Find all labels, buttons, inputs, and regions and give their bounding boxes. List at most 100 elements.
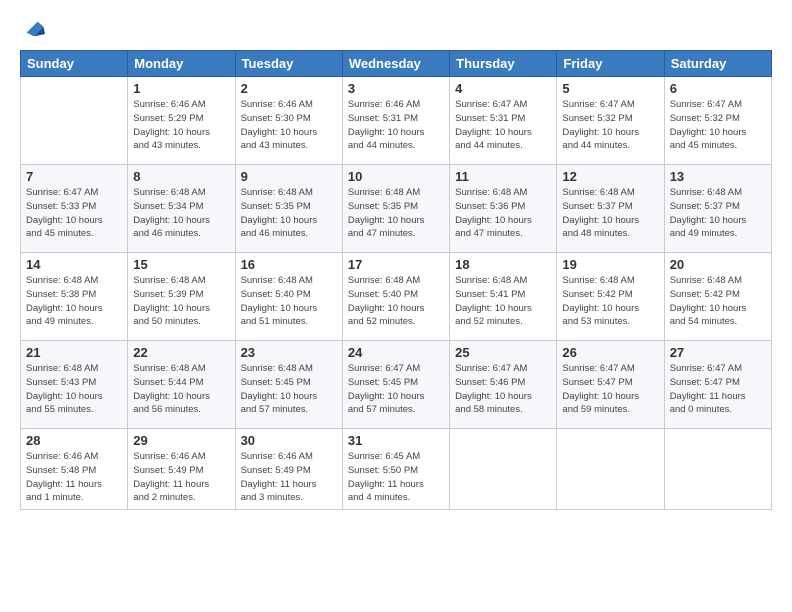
day-info: Sunrise: 6:47 AMSunset: 5:47 PMDaylight:…: [670, 362, 766, 417]
calendar-cell: 6 Sunrise: 6:47 AMSunset: 5:32 PMDaylight…: [664, 77, 771, 165]
header: [20, 18, 772, 40]
calendar-cell: 21 Sunrise: 6:48 AMSunset: 5:43 PMDayligh…: [21, 341, 128, 429]
calendar-cell: 9 Sunrise: 6:48 AMSunset: 5:35 PMDaylight…: [235, 165, 342, 253]
week-row-4: 21 Sunrise: 6:48 AMSunset: 5:43 PMDayligh…: [21, 341, 772, 429]
day-number: 7: [26, 169, 122, 184]
page: SundayMondayTuesdayWednesdayThursdayFrid…: [0, 0, 792, 612]
day-number: 22: [133, 345, 229, 360]
calendar-cell: 23Sunrise: 6:48 AMSunset: 5:45 PMDayligh…: [235, 341, 342, 429]
day-info: Sunrise: 6:46 AMSunset: 5:48 PMDaylight:…: [26, 450, 122, 505]
calendar-cell: 29 Sunrise: 6:46 AMSunset: 5:49 PMDayligh…: [128, 429, 235, 510]
calendar-cell: 31 Sunrise: 6:45 AMSunset: 5:50 PMDayligh…: [342, 429, 449, 510]
day-number: 28: [26, 433, 122, 448]
day-info: Sunrise: 6:48 AMSunset: 5:41 PMDaylight:…: [455, 274, 551, 329]
logo: [20, 18, 45, 40]
calendar-cell: [664, 429, 771, 510]
day-info: Sunrise: 6:48 AMSunset: 5:40 PMDaylight:…: [241, 274, 337, 329]
day-number: 2: [241, 81, 337, 96]
day-number: 17: [348, 257, 444, 272]
day-number: 8: [133, 169, 229, 184]
calendar-cell: 17 Sunrise: 6:48 AMSunset: 5:40 PMDayligh…: [342, 253, 449, 341]
calendar-cell: 12 Sunrise: 6:48 AMSunset: 5:37 PMDayligh…: [557, 165, 664, 253]
calendar-cell: 25Sunrise: 6:47 AMSunset: 5:46 PMDayligh…: [450, 341, 557, 429]
day-number: 9: [241, 169, 337, 184]
calendar-cell: 26Sunrise: 6:47 AMSunset: 5:47 PMDayligh…: [557, 341, 664, 429]
day-number: 11: [455, 169, 551, 184]
day-number: 30: [241, 433, 337, 448]
logo-bird-icon: [23, 18, 45, 40]
calendar-cell: 15Sunrise: 6:48 AMSunset: 5:39 PMDayligh…: [128, 253, 235, 341]
calendar-cell: 19 Sunrise: 6:48 AMSunset: 5:42 PMDayligh…: [557, 253, 664, 341]
day-info: Sunrise: 6:47 AMSunset: 5:45 PMDaylight:…: [348, 362, 444, 417]
day-info: Sunrise: 6:46 AMSunset: 5:31 PMDaylight:…: [348, 98, 444, 153]
week-row-5: 28 Sunrise: 6:46 AMSunset: 5:48 PMDayligh…: [21, 429, 772, 510]
day-info: Sunrise: 6:48 AMSunset: 5:43 PMDaylight:…: [26, 362, 122, 417]
day-number: 29: [133, 433, 229, 448]
calendar-cell: 22 Sunrise: 6:48 AMSunset: 5:44 PMDayligh…: [128, 341, 235, 429]
day-info: Sunrise: 6:47 AMSunset: 5:46 PMDaylight:…: [455, 362, 551, 417]
calendar-cell: 28 Sunrise: 6:46 AMSunset: 5:48 PMDayligh…: [21, 429, 128, 510]
day-info: Sunrise: 6:48 AMSunset: 5:37 PMDaylight:…: [562, 186, 658, 241]
day-number: 20: [670, 257, 766, 272]
calendar-cell: 16 Sunrise: 6:48 AMSunset: 5:40 PMDayligh…: [235, 253, 342, 341]
day-info: Sunrise: 6:47 AMSunset: 5:47 PMDaylight:…: [562, 362, 658, 417]
calendar-cell: 30 Sunrise: 6:46 AMSunset: 5:49 PMDayligh…: [235, 429, 342, 510]
day-number: 19: [562, 257, 658, 272]
calendar-cell: 24 Sunrise: 6:47 AMSunset: 5:45 PMDayligh…: [342, 341, 449, 429]
calendar-cell: 4 Sunrise: 6:47 AMSunset: 5:31 PMDaylight…: [450, 77, 557, 165]
day-number: 31: [348, 433, 444, 448]
day-info: Sunrise: 6:45 AMSunset: 5:50 PMDaylight:…: [348, 450, 444, 505]
calendar-table: SundayMondayTuesdayWednesdayThursdayFrid…: [20, 50, 772, 510]
day-info: Sunrise: 6:48 AMSunset: 5:42 PMDaylight:…: [670, 274, 766, 329]
day-number: 27: [670, 345, 766, 360]
weekday-header-thursday: Thursday: [450, 51, 557, 77]
day-number: 14: [26, 257, 122, 272]
day-info: Sunrise: 6:48 AMSunset: 5:35 PMDaylight:…: [348, 186, 444, 241]
calendar-cell: [21, 77, 128, 165]
day-number: 1: [133, 81, 229, 96]
day-number: 16: [241, 257, 337, 272]
calendar-cell: 27 Sunrise: 6:47 AMSunset: 5:47 PMDayligh…: [664, 341, 771, 429]
calendar-cell: 2 Sunrise: 6:46 AMSunset: 5:30 PMDaylight…: [235, 77, 342, 165]
weekday-header-row: SundayMondayTuesdayWednesdayThursdayFrid…: [21, 51, 772, 77]
week-row-3: 14 Sunrise: 6:48 AMSunset: 5:38 PMDayligh…: [21, 253, 772, 341]
day-number: 4: [455, 81, 551, 96]
day-number: 23: [241, 345, 337, 360]
day-number: 24: [348, 345, 444, 360]
week-row-2: 7 Sunrise: 6:47 AMSunset: 5:33 PMDaylight…: [21, 165, 772, 253]
calendar-cell: 14 Sunrise: 6:48 AMSunset: 5:38 PMDayligh…: [21, 253, 128, 341]
calendar-cell: 20 Sunrise: 6:48 AMSunset: 5:42 PMDayligh…: [664, 253, 771, 341]
day-number: 18: [455, 257, 551, 272]
calendar-cell: 1 Sunrise: 6:46 AMSunset: 5:29 PMDaylight…: [128, 77, 235, 165]
weekday-header-tuesday: Tuesday: [235, 51, 342, 77]
day-info: Sunrise: 6:47 AMSunset: 5:33 PMDaylight:…: [26, 186, 122, 241]
day-info: Sunrise: 6:46 AMSunset: 5:29 PMDaylight:…: [133, 98, 229, 153]
day-info: Sunrise: 6:46 AMSunset: 5:49 PMDaylight:…: [241, 450, 337, 505]
day-number: 12: [562, 169, 658, 184]
day-info: Sunrise: 6:47 AMSunset: 5:32 PMDaylight:…: [670, 98, 766, 153]
week-row-1: 1 Sunrise: 6:46 AMSunset: 5:29 PMDaylight…: [21, 77, 772, 165]
day-number: 6: [670, 81, 766, 96]
calendar-cell: 18 Sunrise: 6:48 AMSunset: 5:41 PMDayligh…: [450, 253, 557, 341]
calendar-cell: 3Sunrise: 6:46 AMSunset: 5:31 PMDaylight…: [342, 77, 449, 165]
day-info: Sunrise: 6:48 AMSunset: 5:38 PMDaylight:…: [26, 274, 122, 329]
day-info: Sunrise: 6:48 AMSunset: 5:36 PMDaylight:…: [455, 186, 551, 241]
day-number: 13: [670, 169, 766, 184]
day-info: Sunrise: 6:46 AMSunset: 5:49 PMDaylight:…: [133, 450, 229, 505]
day-info: Sunrise: 6:48 AMSunset: 5:40 PMDaylight:…: [348, 274, 444, 329]
day-number: 21: [26, 345, 122, 360]
day-info: Sunrise: 6:48 AMSunset: 5:35 PMDaylight:…: [241, 186, 337, 241]
day-info: Sunrise: 6:47 AMSunset: 5:32 PMDaylight:…: [562, 98, 658, 153]
day-info: Sunrise: 6:46 AMSunset: 5:30 PMDaylight:…: [241, 98, 337, 153]
day-info: Sunrise: 6:47 AMSunset: 5:31 PMDaylight:…: [455, 98, 551, 153]
calendar-cell: [450, 429, 557, 510]
day-info: Sunrise: 6:48 AMSunset: 5:44 PMDaylight:…: [133, 362, 229, 417]
day-info: Sunrise: 6:48 AMSunset: 5:37 PMDaylight:…: [670, 186, 766, 241]
calendar-cell: 11 Sunrise: 6:48 AMSunset: 5:36 PMDayligh…: [450, 165, 557, 253]
weekday-header-wednesday: Wednesday: [342, 51, 449, 77]
calendar-cell: [557, 429, 664, 510]
day-info: Sunrise: 6:48 AMSunset: 5:42 PMDaylight:…: [562, 274, 658, 329]
calendar-cell: 10Sunrise: 6:48 AMSunset: 5:35 PMDayligh…: [342, 165, 449, 253]
weekday-header-saturday: Saturday: [664, 51, 771, 77]
calendar-cell: 8Sunrise: 6:48 AMSunset: 5:34 PMDaylight…: [128, 165, 235, 253]
